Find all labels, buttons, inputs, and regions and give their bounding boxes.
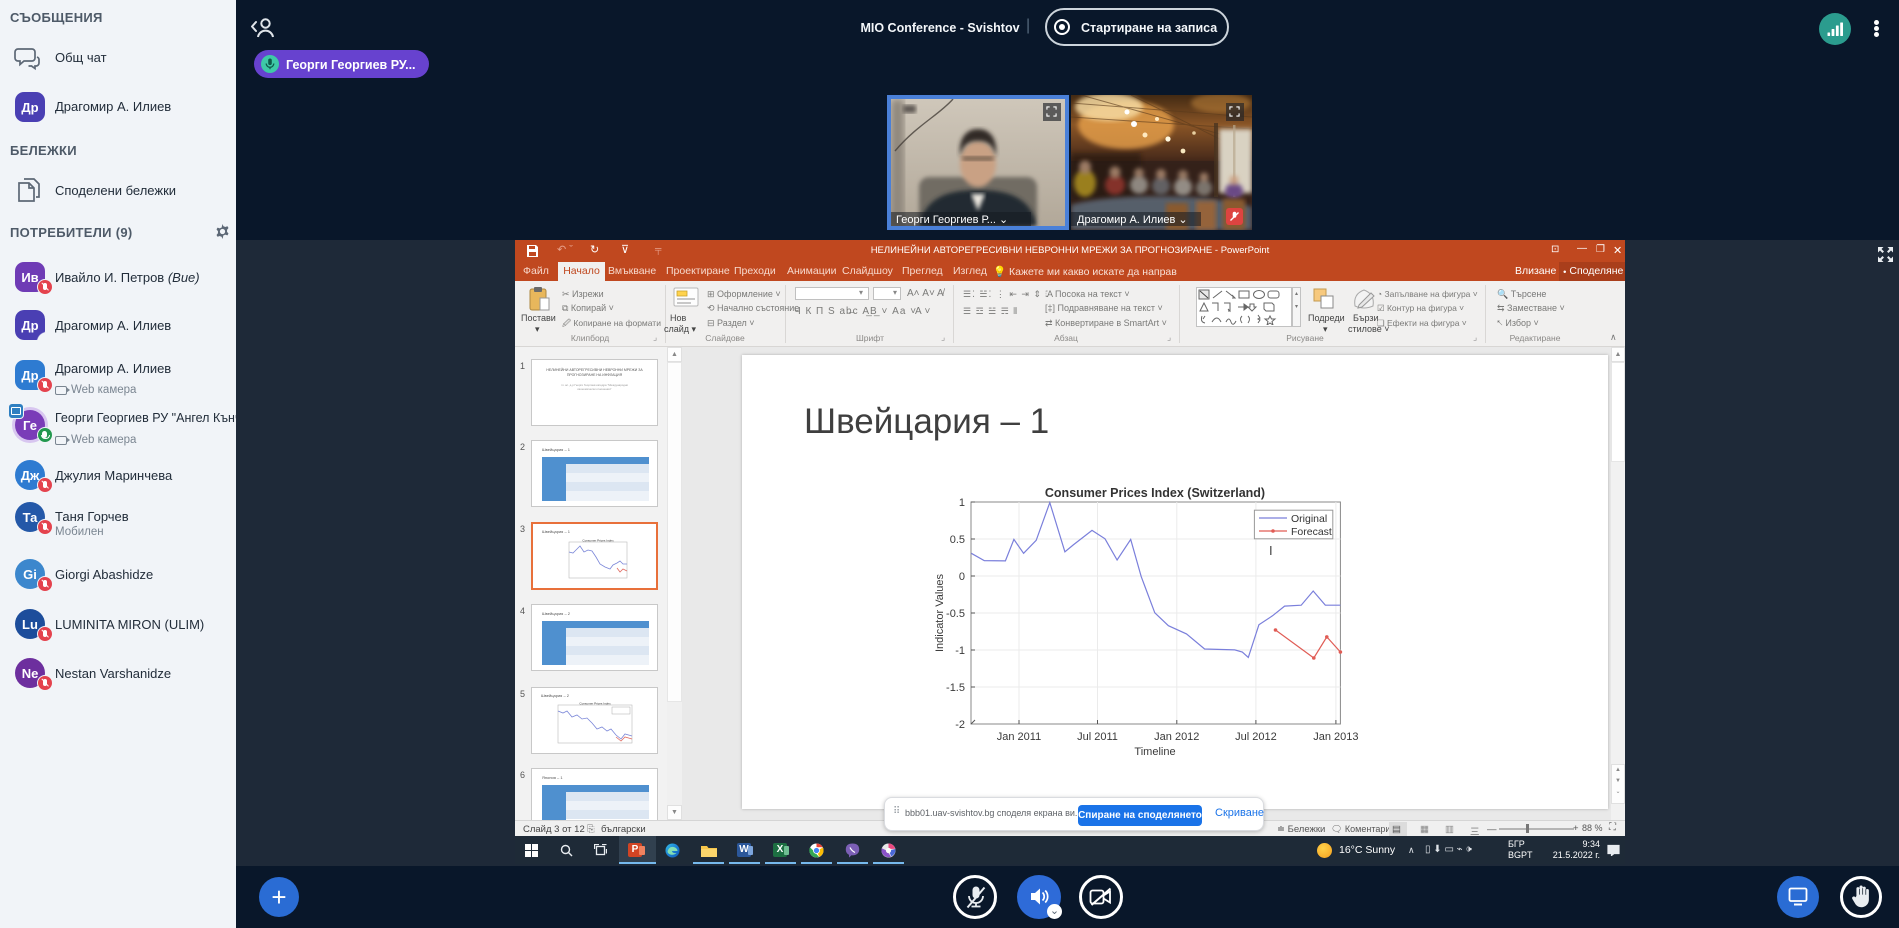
svg-text:Timeline: Timeline — [1134, 746, 1175, 758]
svg-text:-1: -1 — [955, 645, 965, 657]
svg-text:I: I — [1269, 543, 1273, 558]
svg-text:Original: Original — [1291, 513, 1327, 525]
svg-text:1: 1 — [959, 497, 965, 509]
svg-text:Jan 2011: Jan 2011 — [997, 731, 1041, 743]
svg-text:Jul 2012: Jul 2012 — [1235, 731, 1277, 743]
svg-text:Jul 2011: Jul 2011 — [1077, 731, 1118, 743]
svg-text:-2: -2 — [955, 719, 965, 731]
svg-text:Jan 2012: Jan 2012 — [1154, 731, 1199, 743]
svg-text:-1.5: -1.5 — [946, 682, 965, 694]
svg-text:Forecast: Forecast — [1291, 526, 1332, 538]
svg-text:Indicator Values: Indicator Values — [934, 573, 946, 652]
svg-text:-0.5: -0.5 — [946, 608, 965, 620]
svg-text:0: 0 — [959, 571, 965, 583]
svg-text:Consumer Prices Index: Consumer Prices Index — [582, 539, 614, 543]
svg-text:Jan 2013: Jan 2013 — [1313, 731, 1358, 743]
svg-text:0.5: 0.5 — [950, 534, 965, 546]
svg-text:Consumer Prices Index (Switzer: Consumer Prices Index (Switzerland) — [1045, 486, 1265, 500]
svg-text:Consumer Prices Index: Consumer Prices Index — [579, 702, 611, 706]
